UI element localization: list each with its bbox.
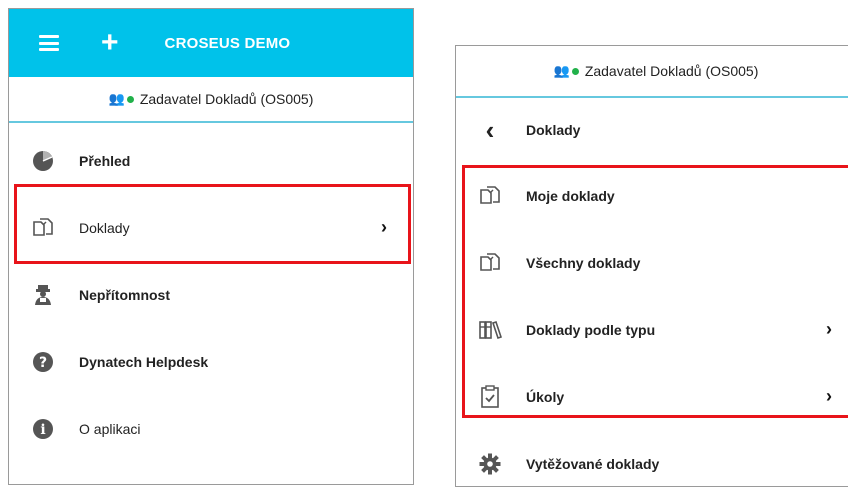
submenu-item-doklady-podle-typu[interactable]: Doklady podle typu › — [456, 296, 848, 363]
menu-item-dynatech-helpdesk[interactable]: ? Dynatech Helpdesk — [9, 328, 413, 395]
user-bar: 👥 Zadavatel Dokladů (OS005) — [456, 46, 848, 98]
user-bar: 👥 Zadavatel Dokladů (OS005) — [9, 77, 413, 123]
submenu-item-moje-doklady[interactable]: Moje doklady — [456, 162, 848, 229]
menu-item-o-aplikaci[interactable]: i O aplikaci — [9, 395, 413, 462]
submenu-item-label: Doklady podle typu — [526, 321, 656, 338]
back-label: Doklady — [526, 122, 581, 138]
submenu-item-ukoly[interactable]: Úkoly › — [456, 363, 848, 430]
menu-item-label: O aplikaci — [79, 420, 141, 437]
users-icon: 👥 — [553, 63, 570, 78]
svg-text:i: i — [40, 422, 45, 438]
chevron-right-icon: › — [381, 217, 387, 237]
submenu-item-vsechny-doklady[interactable]: Všechny doklady — [456, 229, 848, 296]
clipboard-check-icon — [478, 384, 502, 409]
binders-icon — [478, 318, 502, 342]
submenu-item-label: Moje doklady — [526, 187, 615, 204]
documents-icon — [478, 184, 502, 208]
menu-item-prehled[interactable]: Přehled — [9, 127, 413, 194]
chevron-left-icon: ‹ — [485, 114, 495, 145]
menu-item-label: Dynatech Helpdesk — [79, 353, 209, 370]
online-status-dot — [571, 67, 579, 75]
hamburger-menu-icon[interactable] — [39, 35, 59, 51]
submenu-item-label: Úkoly — [526, 388, 565, 405]
pie-chart-icon — [31, 149, 55, 173]
back-button[interactable]: ‹ Doklady — [456, 98, 848, 162]
gear-icon — [478, 452, 502, 476]
submenu-item-label: Vytěžované doklady — [526, 455, 660, 472]
menu-item-label: Přehled — [79, 152, 131, 169]
chevron-right-icon: › — [826, 319, 832, 339]
question-icon: ? — [31, 350, 55, 374]
info-icon: i — [31, 417, 55, 441]
submenu-item-vytezovane-doklady[interactable]: Vytěžované doklady — [456, 430, 848, 486]
app-header: + CROSEUS DEMO — [9, 9, 413, 77]
absence-icon — [31, 283, 55, 307]
submenu-item-label: Všechny doklady — [526, 254, 641, 271]
main-menu-panel: + CROSEUS DEMO 👥 Zadavatel Dokladů (OS00… — [8, 8, 414, 485]
chevron-right-icon: › — [826, 386, 832, 406]
users-icon: 👥 — [108, 91, 125, 106]
user-name: Zadavatel Dokladů (OS005) — [584, 63, 759, 79]
user-name: Zadavatel Dokladů (OS005) — [139, 91, 314, 107]
menu-item-label: Nepřítomnost — [79, 286, 170, 303]
svg-text:?: ? — [39, 355, 47, 371]
online-status-dot — [126, 95, 134, 103]
app-title: CROSEUS DEMO — [164, 34, 291, 52]
menu-item-nepritomnost[interactable]: Nepřítomnost — [9, 261, 413, 328]
menu-item-label: Doklady — [79, 219, 130, 236]
plus-icon[interactable]: + — [101, 28, 119, 58]
menu-item-doklady[interactable]: Doklady › — [9, 194, 413, 261]
documents-icon — [478, 251, 502, 275]
submenu-panel: 👥 Zadavatel Dokladů (OS005) ‹ Doklady Mo… — [455, 45, 848, 487]
documents-icon — [31, 216, 55, 240]
